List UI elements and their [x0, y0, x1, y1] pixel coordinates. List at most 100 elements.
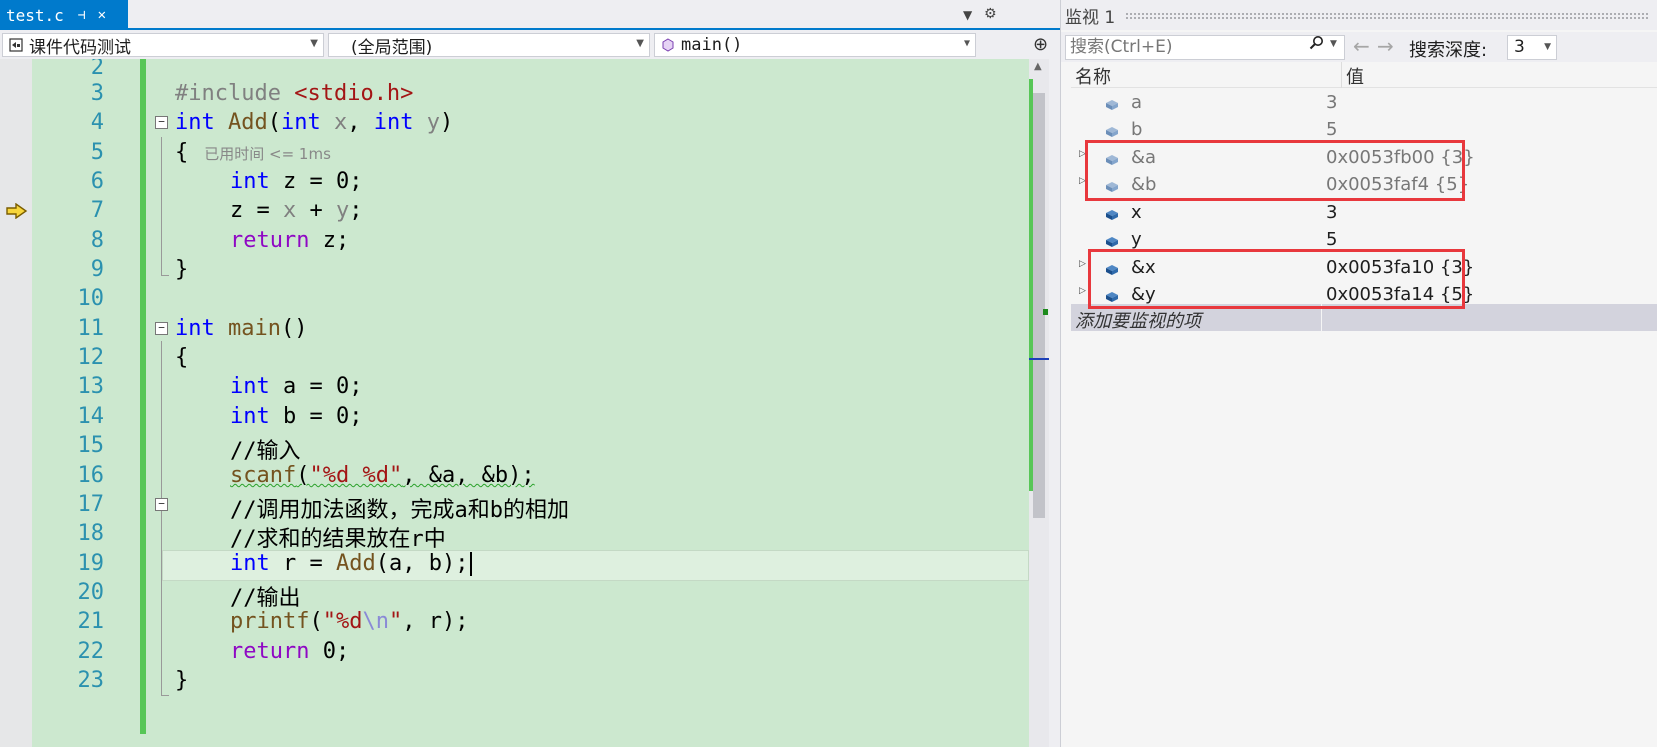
collapse-toggle[interactable]: −: [155, 322, 168, 335]
watch-row-value: 3: [1326, 92, 1338, 113]
search-depth-dropdown[interactable]: 3 ▼: [1507, 35, 1557, 60]
line-number: 22: [77, 639, 105, 664]
code-line: 15 //输入: [32, 431, 1029, 464]
line-number: 2: [90, 59, 104, 80]
code-line: 14 int b = 0;: [32, 402, 1029, 433]
function-name: printf: [230, 609, 310, 634]
watch-title-bar[interactable]: 监视 1: [1061, 0, 1657, 30]
scrollbar-thumb[interactable]: [1033, 93, 1045, 518]
search-icon[interactable]: [1309, 35, 1324, 54]
split-window-icon[interactable]: ⊕: [1033, 34, 1048, 55]
chevron-down-icon: ▼: [636, 38, 644, 49]
expand-arrow-icon[interactable]: ▷: [1079, 259, 1086, 269]
add-watch-placeholder: 添加要监视的项: [1075, 311, 1201, 332]
watch-row-value: 5: [1326, 119, 1338, 140]
vertical-scrollbar[interactable]: ▲: [1029, 59, 1049, 747]
annotation-highlight-box: [1085, 140, 1465, 201]
line-number: 11: [77, 316, 105, 341]
function-name: Add: [335, 551, 376, 576]
line-number: 3: [90, 81, 104, 106]
code-line: 12 {: [32, 343, 1029, 374]
column-header-value[interactable]: 值: [1346, 63, 1364, 89]
function-name: scanf: [230, 463, 297, 488]
scroll-up-icon[interactable]: ▲: [1034, 61, 1042, 72]
drag-grip[interactable]: [1125, 11, 1648, 19]
escape-sequence: \n: [362, 609, 389, 634]
code-text-area[interactable]: 2 3 #include <stdio.h> 4 − int Add(int x…: [32, 59, 1029, 747]
chevron-down-icon: ▼: [963, 38, 970, 49]
annotation-highlight-box: [1088, 249, 1465, 309]
watch-search-input[interactable]: 搜索(Ctrl+E): [1065, 35, 1345, 60]
project-icon: [7, 36, 25, 54]
collapse-toggle[interactable]: −: [155, 498, 168, 511]
close-icon[interactable]: ✕: [98, 7, 106, 23]
string-literal: "%d: [322, 609, 363, 634]
glyph-margin[interactable]: [0, 59, 32, 747]
parameter: y: [335, 198, 350, 223]
watch-row[interactable]: b 5: [1071, 116, 1657, 143]
keyword: int: [230, 404, 270, 429]
scope-name: (全局范围): [351, 37, 433, 58]
code-line: 6 int z = 0;: [32, 167, 1029, 198]
code-line: 16 scanf("%d %d", &a, &b);: [32, 461, 1029, 492]
keyword: int: [281, 110, 321, 135]
parameter: x: [334, 110, 348, 135]
member-dropdown[interactable]: main() ▼: [654, 33, 976, 57]
column-splitter[interactable]: [1341, 62, 1342, 88]
line-number: 9: [90, 257, 104, 282]
variable-icon: [1105, 95, 1119, 116]
string-literal: "%d %d": [309, 463, 403, 488]
line-number: 23: [77, 668, 105, 693]
pin-icon[interactable]: ⊣: [78, 8, 86, 23]
parameter: x: [282, 198, 297, 223]
search-options-dropdown-icon[interactable]: ▼: [1330, 39, 1337, 49]
line-number: 21: [77, 609, 105, 634]
line-number: 16: [77, 463, 105, 488]
code-line: 21 printf("%d\n", r);: [32, 607, 1029, 638]
code-line-current: 19 int r = Add(a, b);: [32, 549, 1029, 580]
code-line: 17 − //调用加法函数，完成a和b的相加: [32, 490, 1029, 523]
code-line: 3 #include <stdio.h>: [32, 79, 1029, 110]
line-number: 5: [90, 140, 104, 165]
scrollbar-marker: [1043, 309, 1048, 315]
chevron-down-icon: ▼: [1544, 42, 1551, 52]
line-number: 19: [77, 551, 105, 576]
watch-row[interactable]: x 3: [1071, 199, 1657, 226]
code-line: 8 return z;: [32, 226, 1029, 257]
code-line: 9 }: [32, 255, 1029, 286]
function-name: Add: [228, 110, 268, 135]
code-line: 22 return 0;: [32, 637, 1029, 668]
code-line: 23 }: [32, 666, 1029, 697]
line-number: 15: [77, 433, 105, 458]
search-back-icon[interactable]: ←: [1353, 34, 1370, 58]
navigation-bar: 课件代码测试 ▼ (全局范围) ▼ main() ▼: [0, 31, 1060, 59]
expand-arrow-icon[interactable]: ▷: [1079, 286, 1086, 296]
text-caret: [470, 552, 473, 576]
tab-overflow-dropdown-icon[interactable]: ▼: [963, 8, 972, 22]
watch-row-value: 5: [1326, 229, 1338, 250]
parameter: y: [426, 110, 440, 135]
keyword: return: [230, 639, 310, 664]
line-number: 4: [90, 110, 104, 135]
scope-dropdown[interactable]: (全局范围) ▼: [328, 33, 650, 58]
keyword: int: [175, 316, 215, 341]
watch-toolbar: 搜索(Ctrl+E) ▼ ← → 搜索深度: 3 ▼: [1061, 32, 1657, 62]
keyword: int: [175, 110, 215, 135]
document-tab[interactable]: test.c ⊣ ✕: [0, 0, 128, 30]
code-editor-pane: test.c ⊣ ✕ ▼ ⚙ 课件代码测试 ▼ (全局范围) ▼ main() …: [0, 0, 1060, 747]
column-header-name[interactable]: 名称: [1075, 63, 1111, 89]
search-depth-label: 搜索深度:: [1409, 40, 1488, 61]
project-dropdown[interactable]: 课件代码测试 ▼: [2, 33, 324, 58]
perf-tip[interactable]: 已用时间 <= 1ms: [204, 145, 331, 163]
member-name: main(): [681, 35, 743, 55]
collapse-toggle[interactable]: −: [155, 116, 168, 129]
code-line: 7 z = x + y;: [32, 196, 1029, 227]
settings-gear-icon[interactable]: ⚙: [984, 6, 997, 22]
function-name: main: [228, 316, 281, 341]
search-forward-icon[interactable]: →: [1377, 34, 1394, 58]
line-number: 14: [77, 404, 105, 429]
method-icon: [659, 36, 677, 54]
watch-row[interactable]: a 3: [1071, 89, 1657, 116]
watch-row-name: y: [1131, 229, 1142, 250]
code-line: 20 //输出: [32, 578, 1029, 611]
